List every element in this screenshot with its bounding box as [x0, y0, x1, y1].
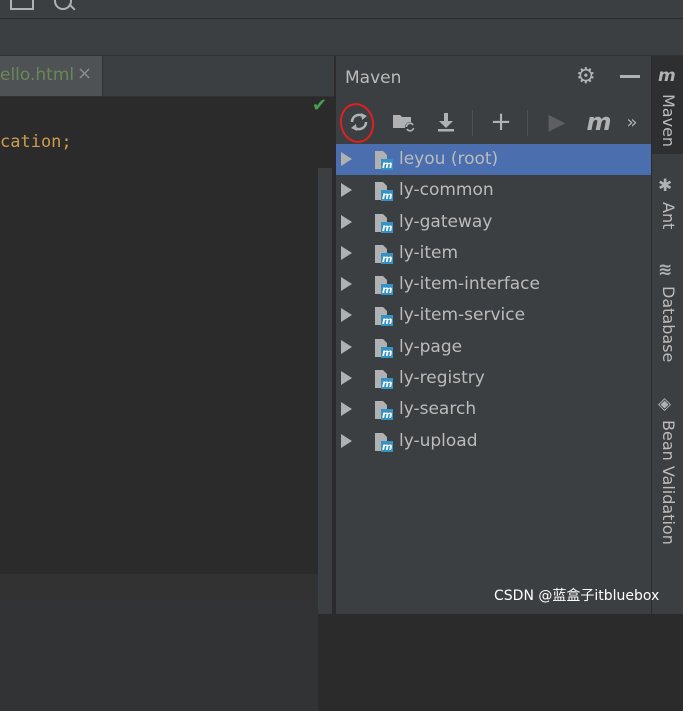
maven-module-icon: m [375, 401, 393, 421]
close-icon[interactable]: × [77, 63, 92, 84]
expand-arrow-icon[interactable] [341, 433, 352, 448]
navigation-bar [0, 19, 683, 56]
svg-text:m: m [382, 379, 392, 389]
search-icon[interactable] [54, 0, 72, 10]
svg-text:m: m [382, 285, 392, 295]
watermark: CSDN @蓝盒子itbluebox [494, 588, 660, 604]
svg-text:m: m [382, 348, 392, 358]
maven-module-icon: m [375, 370, 393, 390]
expand-arrow-icon[interactable] [341, 214, 352, 229]
project-label: ly-common [399, 180, 494, 201]
svg-text:m: m [382, 191, 392, 201]
tree-row-ly-registry[interactable]: m ly-registry [336, 363, 652, 394]
maven-module-icon: m [375, 182, 393, 202]
expand-arrow-icon[interactable] [341, 402, 352, 417]
project-label: ly-search [399, 399, 477, 420]
toolbar-separator [527, 110, 528, 136]
rail-tab-ant[interactable]: ✱ Ant [652, 174, 683, 244]
database-icon: ≋ [658, 260, 673, 280]
maven-module-icon: m [375, 151, 393, 170]
folder-reload-icon [393, 115, 415, 132]
editor-tab[interactable]: ello.html × [0, 56, 103, 96]
tree-row-leyou-root[interactable]: m leyou (root) [336, 144, 652, 176]
rail-tab-label: Database [659, 286, 678, 363]
rail-tab-label: Ant [659, 202, 678, 230]
project-label: ly-item [399, 242, 459, 263]
tree-row-ly-item-service[interactable]: m ly-item-service [336, 300, 652, 331]
project-label: ly-registry [399, 368, 485, 389]
maven-panel: Maven ⚙ + ▶ m » m leyou (root) m ly-comm… [335, 56, 652, 614]
svg-text:m: m [382, 223, 392, 233]
checkmark-icon: ✔ [312, 95, 328, 116]
maven-module-icon: m [375, 307, 393, 327]
project-label: ly-item-service [399, 305, 526, 326]
editor-tab-bar: ello.html × [0, 56, 334, 97]
download-button[interactable] [431, 108, 461, 136]
project-label: leyou (root) [399, 149, 499, 169]
rail-tab-maven[interactable]: m Maven [652, 56, 683, 154]
tree-row-ly-page[interactable]: m ly-page [336, 332, 652, 363]
svg-text:m: m [382, 410, 392, 420]
tree-row-ly-common[interactable]: m ly-common [336, 175, 652, 206]
tree-row-ly-item[interactable]: m ly-item [336, 238, 652, 269]
tree-row-ly-gateway[interactable]: m ly-gateway [336, 207, 652, 238]
tree-row-ly-item-interface[interactable]: m ly-item-interface [336, 269, 652, 300]
rail-tab-label: Maven [659, 94, 678, 148]
download-icon [438, 113, 454, 132]
expand-arrow-icon[interactable] [341, 277, 352, 292]
maven-module-icon: m [375, 432, 393, 452]
svg-text:m: m [382, 160, 392, 170]
expand-arrow-icon[interactable] [341, 339, 352, 354]
maven-toolbar: + ▶ m » [336, 99, 652, 147]
current-line-highlight [0, 574, 318, 601]
rail-tab-database[interactable]: ≋ Database [652, 260, 683, 370]
editor-tab-label: ello.html [0, 65, 75, 85]
code-line: cation; [0, 132, 72, 152]
editor-scrollbar[interactable] [318, 168, 332, 614]
tree-row-ly-search[interactable]: m ly-search [336, 394, 652, 425]
minimize-icon[interactable] [620, 75, 640, 78]
run-button[interactable]: ▶ [542, 108, 572, 136]
maven-icon: m [658, 66, 676, 86]
code-editor[interactable]: cation; [0, 97, 318, 711]
maven-module-icon: m [375, 213, 393, 233]
window-icon[interactable] [10, 0, 34, 10]
add-button[interactable]: + [486, 107, 516, 137]
panel-title: Maven [345, 68, 402, 88]
maven-module-icon: m [375, 276, 393, 296]
expand-arrow-icon[interactable] [341, 308, 352, 323]
execute-goal-button[interactable]: m [584, 108, 614, 136]
svg-text:m: m [382, 254, 392, 264]
gear-icon[interactable]: ⚙ [576, 64, 596, 89]
maven-module-icon: m [375, 244, 393, 264]
svg-text:m: m [382, 442, 392, 452]
rail-tab-label: Bean Validation [659, 420, 678, 545]
maven-module-icon: m [375, 338, 393, 358]
bean-validation-icon: ◈ [658, 394, 672, 414]
expand-arrow-icon[interactable] [341, 183, 352, 198]
project-label: ly-upload [399, 430, 478, 451]
expand-arrow-icon[interactable] [341, 245, 352, 260]
project-label: ly-page [399, 336, 463, 357]
expand-arrow-icon[interactable] [341, 152, 352, 166]
right-tool-rail: m Maven ✱ Ant ≋ Database ◈ Bean Validati… [651, 56, 683, 614]
project-label: ly-item-interface [399, 274, 540, 295]
annotation-circle [336, 99, 378, 147]
generate-sources-button[interactable] [389, 108, 419, 136]
maven-project-tree: m leyou (root) m ly-common m ly-gateway … [336, 144, 652, 457]
top-toolbar [0, 0, 683, 19]
rail-tab-bean-validation[interactable]: ◈ Bean Validation [652, 394, 683, 554]
editor-lower-area [0, 601, 318, 711]
expand-arrow-icon[interactable] [341, 371, 352, 386]
svg-text:m: m [382, 316, 392, 326]
ant-icon: ✱ [658, 176, 673, 196]
tree-row-ly-upload[interactable]: m ly-upload [336, 426, 652, 457]
toolbar-separator [472, 110, 473, 136]
more-button[interactable]: » [622, 108, 642, 136]
project-label: ly-gateway [399, 211, 493, 232]
